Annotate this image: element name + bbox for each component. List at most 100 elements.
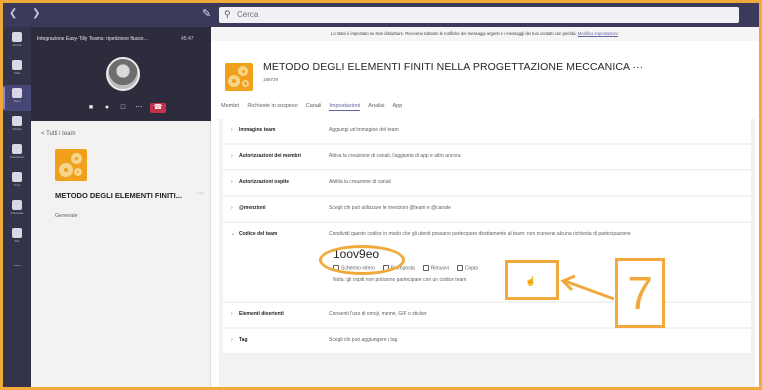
search-input[interactable]: ⚲ Cerca [219,7,739,23]
compose-icon[interactable]: ✎ [202,7,216,21]
trash-icon [422,265,429,271]
phone-icon [12,200,22,210]
settings-list: › Immagine team Aggiungi un'immagine del… [219,119,755,387]
rail-item-shifts[interactable]: Turni [3,169,31,195]
tab-settings[interactable]: Impostazioni [329,103,361,111]
settings-row-desc: Abilita la creazione di canali [329,179,391,185]
copy-button[interactable]: Copia [456,265,478,272]
settings-row-title: @menzioni [239,205,266,211]
rail-label: Chiamate [10,211,24,215]
settings-row-desc: Consenti l'uso di emoji, meme, GIF o sti… [329,311,427,317]
nav-arrows-icon[interactable]: ❮ ❯ [9,8,47,19]
chevron-right-icon: › [231,153,233,159]
settings-row-title: Tag [239,337,248,343]
settings-row-desc: Attiva la creazione di canali, l'aggiunt… [329,153,461,159]
hang-up-button[interactable]: ☎ [150,103,166,113]
banner-settings-link[interactable]: Modifica impostazioni [578,31,618,36]
call-title: Integrazione Easy-Tilly Teams: ripetizio… [37,36,148,42]
gear-icon [242,80,249,87]
team-tabs: Membri Richieste in sospeso Canali Impos… [221,103,402,111]
rail-label: Team [13,99,21,103]
team-logo [55,149,87,181]
rail-item-activity[interactable]: Attività [3,29,31,55]
settings-row-title: Immagine team [239,127,276,133]
gear-icon [228,75,240,87]
tab-analytics[interactable]: Analisi [368,103,384,111]
hand-cursor-icon: ☝ [525,276,537,286]
settings-row-mentions[interactable]: › @menzioni Scegli chi può utilizzare le… [223,197,751,221]
settings-row-guest-permissions[interactable]: › Autorizzazioni ospite Abilita la creaz… [223,171,751,195]
microphone-icon[interactable]: ● [102,103,112,113]
settings-row-team-code[interactable]: ⌄ Codice del team Condividi questo codic… [223,223,751,301]
camera-icon[interactable]: ■ [86,103,96,113]
chevron-right-icon: › [231,337,233,343]
left-panel: Integrazione Easy-Tilly Teams: ripetizio… [31,27,211,387]
copy-icon [456,265,463,271]
screenshot-frame: ❮ ❯ ✎ ⚲ Cerca Attività Chat Team Attivit… [0,0,762,390]
settings-row-member-permissions[interactable]: › Autorizzazioni dei membri Attiva la cr… [223,145,751,169]
team-code-note: Nota: gli ospiti non potranno partecipar… [333,277,467,283]
rail-item-more[interactable]: ... [3,253,31,279]
rail-item-assignments[interactable]: Attività [3,113,31,139]
tab-members[interactable]: Membri [221,103,239,111]
page-subtitle: 168729 [263,77,279,82]
chat-icon [12,60,22,70]
settings-row-title: Autorizzazioni ospite [239,179,289,185]
channel-general[interactable]: Generale [55,213,78,219]
remove-label: Rimuovi [430,265,449,272]
settings-row-desc: Scegli chi può aggiungere i tag [329,337,398,343]
settings-row-desc: Scegli chi può utilizzare le menzioni @t… [329,205,451,211]
more-options-icon[interactable]: ⋯ [134,103,144,113]
tab-apps[interactable]: App [392,103,402,111]
arrow-pointer-icon [560,274,615,301]
gear-icon [71,153,82,164]
chevron-right-icon: › [231,179,233,185]
more-apps-icon: ... [13,259,21,268]
gear-icon [238,66,248,76]
settings-row-fun-stuff[interactable]: › Elementi divertenti Consenti l'uso di … [223,303,751,327]
file-icon [12,228,22,238]
chevron-right-icon: › [231,205,233,211]
team-more-button[interactable]: ··· [197,190,204,197]
banner-text: Lo stato è impostato su Non disturbare. … [331,31,577,36]
tab-pending-requests[interactable]: Richieste in sospeso [247,103,297,111]
team-name[interactable]: METODO DEGLI ELEMENTI FINITI... [55,191,205,200]
title-bar: ❮ ❯ ✎ ⚲ Cerca [3,3,759,27]
settings-row-title: Elementi divertenti [239,311,284,317]
settings-row-title: Codice del team [239,231,278,237]
rail-item-calls[interactable]: Chiamate [3,197,31,223]
team-header-logo [225,63,253,91]
remove-button[interactable]: Rimuovi [422,265,449,272]
rail-label: Calendario [9,155,25,159]
tab-channels[interactable]: Canali [306,103,322,111]
rail-item-files[interactable]: File [3,225,31,251]
share-screen-icon[interactable]: □ [118,103,128,113]
call-panel: Integrazione Easy-Tilly Teams: ripetizio… [31,27,211,121]
chevron-right-icon: › [231,311,233,317]
all-teams-link[interactable]: < Tutti i team [41,131,76,137]
search-placeholder: Cerca [237,10,259,19]
clock-icon [12,172,22,182]
avatar [106,57,140,91]
team-code-highlight [319,245,405,275]
assignments-icon [12,116,22,126]
gear-icon [59,163,73,177]
settings-row-tags[interactable]: › Tag Scegli chi può aggiungere i tag [223,329,751,353]
rail-label: Turni [13,183,21,187]
rail-item-calendar[interactable]: Calendario [3,141,31,167]
rail-label: Attività [12,43,22,47]
search-icon: ⚲ [224,9,231,19]
rail-label: File [14,239,20,243]
calendar-icon [12,144,22,154]
app-rail: Attività Chat Team Attività Calendario T… [3,27,31,387]
rail-label: Attività [12,127,22,131]
settings-row-team-picture[interactable]: › Immagine team Aggiungi un'immagine del… [223,119,751,143]
copy-label: Copia [464,265,478,272]
chevron-down-icon: ⌄ [231,231,236,237]
rail-item-teams[interactable]: Team [3,85,31,111]
rail-item-chat[interactable]: Chat [3,57,31,83]
settings-row-title: Autorizzazioni dei membri [239,153,301,159]
settings-row-desc: Aggiungi un'immagine del team [329,127,399,133]
page-title: METODO DEGLI ELEMENTI FINITI NELLA PROGE… [263,61,644,73]
bell-icon [12,32,22,42]
